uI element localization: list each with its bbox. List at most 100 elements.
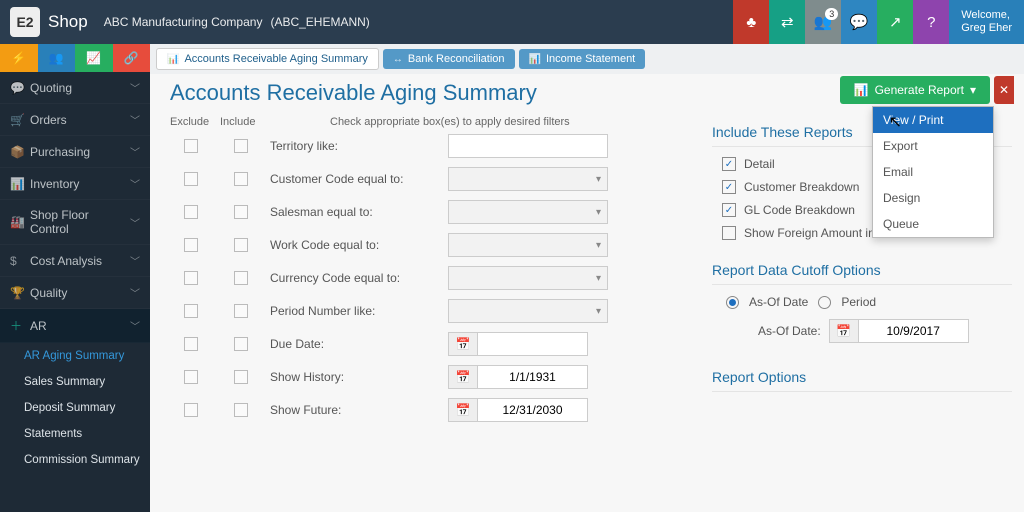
filter-dropdown[interactable]: ▾ (448, 167, 608, 191)
report-check-label: Detail (744, 157, 775, 171)
report-checkbox[interactable] (722, 157, 736, 171)
report-checkbox[interactable] (722, 180, 736, 194)
include-checkbox[interactable] (234, 238, 248, 252)
dropdown-item[interactable]: Email (873, 159, 993, 185)
nav-icon: 🛒 (10, 113, 30, 127)
asof-date-input[interactable] (859, 319, 969, 343)
include-checkbox[interactable] (234, 337, 248, 351)
filter-date-input[interactable] (478, 332, 588, 356)
dropdown-item[interactable]: View / Print (873, 107, 993, 133)
report-checkbox[interactable] (722, 203, 736, 217)
sidebar-subitem[interactable]: Deposit Summary (0, 395, 150, 421)
exclude-checkbox[interactable] (184, 304, 198, 318)
sidebar-subitem[interactable]: AR Aging Summary (0, 343, 150, 369)
quick-action-3[interactable]: 📈 (75, 44, 113, 72)
include-checkbox[interactable] (234, 370, 248, 384)
radio-asof[interactable] (726, 296, 739, 309)
asof-calendar-icon[interactable]: 📅 (829, 319, 859, 343)
dropdown-item[interactable]: Design (873, 185, 993, 211)
generate-label: Generate Report (875, 83, 964, 97)
sidebar-subitem[interactable]: Statements (0, 421, 150, 447)
nav-icon: 📦 (10, 145, 30, 159)
topbar-external-icon[interactable]: ↗ (877, 0, 913, 44)
exclude-checkbox[interactable] (184, 337, 198, 351)
exclude-checkbox[interactable] (184, 403, 198, 417)
dropdown-item[interactable]: Export (873, 133, 993, 159)
topbar-action-1[interactable]: ♣ (733, 0, 769, 44)
calendar-icon[interactable]: 📅 (448, 365, 478, 389)
exclude-checkbox[interactable] (184, 172, 198, 186)
nav-label: Orders (30, 113, 130, 127)
sidebar-item-inventory[interactable]: 📊Inventory﹀ (0, 168, 150, 200)
sidebar-item-shop-floor-control[interactable]: 🏭Shop Floor Control﹀ (0, 200, 150, 245)
sidebar-item-orders[interactable]: 🛒Orders﹀ (0, 104, 150, 136)
quick-actions: ⚡ 👥 📈 🔗 (0, 44, 150, 72)
nav-icon: ＋ (10, 317, 30, 334)
tab-icon: 📊 (167, 54, 179, 65)
calendar-icon[interactable]: 📅 (448, 332, 478, 356)
exclude-checkbox[interactable] (184, 271, 198, 285)
sidebar: ⚡ 👥 📈 🔗 💬Quoting﹀🛒Orders﹀📦Purchasing﹀📊In… (0, 44, 150, 512)
topbar-action-2[interactable]: ⇄ (769, 0, 805, 44)
chevron-down-icon: ﹀ (130, 318, 140, 333)
topbar-user[interactable]: Welcome, Greg Eher (949, 0, 1024, 44)
filter-label: Due Date: (270, 337, 440, 351)
chevron-down-icon: ﹀ (130, 112, 140, 127)
close-button[interactable]: ✕ (994, 76, 1014, 104)
filter-dropdown[interactable]: ▾ (448, 299, 608, 323)
tab[interactable]: 📊Income Statement (519, 49, 646, 69)
sidebar-item-ar[interactable]: ＋AR﹀ (0, 309, 150, 343)
radio-period[interactable] (818, 296, 831, 309)
col-exclude: Exclude (170, 116, 212, 128)
filter-date-input[interactable] (478, 365, 588, 389)
quick-action-4[interactable]: 🔗 (113, 44, 151, 72)
app-logo: E2 (10, 7, 40, 37)
chevron-down-icon: ﹀ (130, 253, 140, 268)
tab[interactable]: ↔Bank Reconciliation (383, 49, 515, 69)
generate-report-button[interactable]: 📊 Generate Report ▾ (840, 76, 990, 104)
exclude-checkbox[interactable] (184, 139, 198, 153)
include-checkbox[interactable] (234, 304, 248, 318)
sidebar-item-purchasing[interactable]: 📦Purchasing﹀ (0, 136, 150, 168)
tab[interactable]: 📊Accounts Receivable Aging Summary (156, 48, 379, 70)
topbar-help-icon[interactable]: ? (913, 0, 949, 44)
content-area: 📊Accounts Receivable Aging Summary↔Bank … (150, 44, 1024, 512)
filter-dropdown[interactable]: ▾ (448, 233, 608, 257)
filter-text-input[interactable] (448, 134, 608, 158)
sidebar-subitem[interactable]: Sales Summary (0, 369, 150, 395)
include-checkbox[interactable] (234, 139, 248, 153)
filter-row: Work Code equal to:▾ (170, 233, 692, 257)
quick-action-1[interactable]: ⚡ (0, 44, 38, 72)
filter-date-input[interactable] (478, 398, 588, 422)
exclude-checkbox[interactable] (184, 205, 198, 219)
user-name: Greg Eher (961, 22, 1012, 35)
chevron-down-icon: ﹀ (130, 144, 140, 159)
exclude-checkbox[interactable] (184, 370, 198, 384)
topbar-chat-icon[interactable]: 💬 (841, 0, 877, 44)
chevron-down-icon: ﹀ (130, 176, 140, 191)
include-checkbox[interactable] (234, 205, 248, 219)
nav-label: AR (30, 319, 130, 333)
quick-action-2[interactable]: 👥 (38, 44, 76, 72)
include-checkbox[interactable] (234, 172, 248, 186)
filter-row: Territory like: (170, 134, 692, 158)
sidebar-item-quoting[interactable]: 💬Quoting﹀ (0, 72, 150, 104)
topbar-users[interactable]: 👥3 (805, 0, 841, 44)
filter-row: Period Number like:▾ (170, 299, 692, 323)
sidebar-item-cost-analysis[interactable]: $Cost Analysis﹀ (0, 245, 150, 277)
include-checkbox[interactable] (234, 403, 248, 417)
report-options-title: Report Options (712, 361, 1012, 392)
exclude-checkbox[interactable] (184, 238, 198, 252)
filter-dropdown[interactable]: ▾ (448, 266, 608, 290)
report-check-label: Customer Breakdown (744, 180, 859, 194)
filter-label: Salesman equal to: (270, 205, 440, 219)
dropdown-item[interactable]: Queue (873, 211, 993, 237)
filter-row: Show History:📅 (170, 365, 692, 389)
include-checkbox[interactable] (234, 271, 248, 285)
filter-dropdown[interactable]: ▾ (448, 200, 608, 224)
calendar-icon[interactable]: 📅 (448, 398, 478, 422)
sidebar-item-quality[interactable]: 🏆Quality﹀ (0, 277, 150, 309)
report-checkbox[interactable] (722, 226, 736, 240)
sidebar-subitem[interactable]: Commission Summary (0, 447, 150, 473)
radio-asof-label: As-Of Date (749, 295, 808, 309)
